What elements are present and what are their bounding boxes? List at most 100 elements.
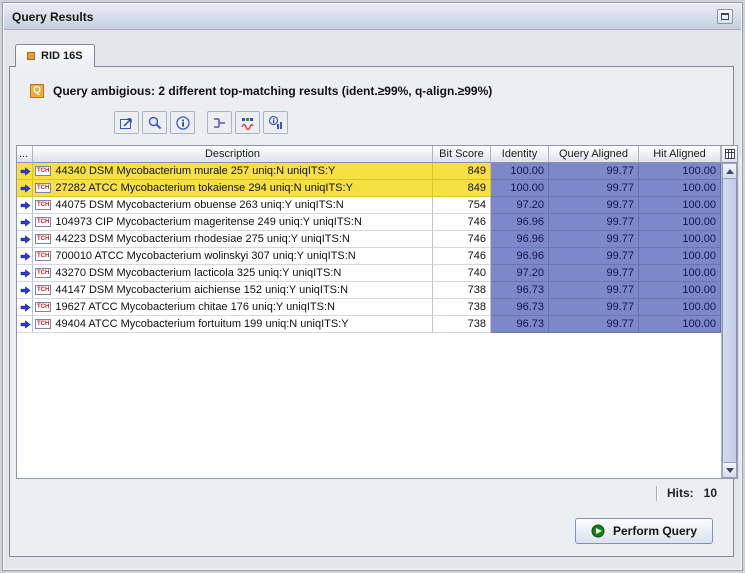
- table-viewport: TCH 44340 DSM Mycobacterium murale 257 u…: [17, 163, 721, 478]
- trace-badge-icon: TCH: [35, 285, 51, 295]
- table-row[interactable]: TCH 104973 CIP Mycobacterium mageritense…: [17, 214, 721, 231]
- column-header-icons[interactable]: ...: [17, 146, 33, 163]
- table-row[interactable]: TCH 49404 ATCC Mycobacterium fortuitum 1…: [17, 316, 721, 333]
- column-header-identity[interactable]: Identity: [491, 146, 549, 163]
- magnifier-icon: [147, 115, 163, 131]
- table-row[interactable]: TCH 44340 DSM Mycobacterium murale 257 u…: [17, 163, 721, 180]
- row-bit-score: 738: [433, 282, 491, 299]
- perform-query-label: Perform Query: [613, 524, 697, 538]
- row-description-cell: TCH 49404 ATCC Mycobacterium fortuitum 1…: [33, 316, 433, 333]
- row-bit-score: 738: [433, 299, 491, 316]
- row-identity: 96.73: [491, 299, 549, 316]
- table-row[interactable]: TCH 19627 ATCC Mycobacterium chitae 176 …: [17, 299, 721, 316]
- info-button[interactable]: [170, 111, 195, 134]
- perform-query-button[interactable]: Perform Query: [575, 518, 713, 544]
- window-titlebar[interactable]: Query Results: [4, 4, 741, 30]
- row-description: 44147 DSM Mycobacterium aichiense 152 un…: [55, 284, 348, 296]
- row-description-cell: TCH 27282 ATCC Mycobacterium tokaiense 2…: [33, 180, 433, 197]
- up-arrow-icon: [726, 169, 734, 174]
- table-row[interactable]: TCH 44075 DSM Mycobacterium obuense 263 …: [17, 197, 721, 214]
- maximize-button[interactable]: [717, 9, 733, 24]
- column-header-description[interactable]: Description: [33, 146, 433, 163]
- row-description: 44340 DSM Mycobacterium murale 257 uniq:…: [55, 165, 335, 177]
- query-ambiguous-message: Q Query ambigious: 2 different top-match…: [30, 83, 492, 99]
- table-row[interactable]: TCH 44223 DSM Mycobacterium rhodesiae 27…: [17, 231, 721, 248]
- tab-document-icon: [27, 52, 35, 60]
- down-arrow-icon: [726, 468, 734, 473]
- column-header-bit-score[interactable]: Bit Score: [433, 146, 491, 163]
- row-arrow-cell: [17, 231, 33, 248]
- row-bit-score: 746: [433, 248, 491, 265]
- row-query-aligned: 99.77: [549, 316, 639, 333]
- magnifier-button[interactable]: [142, 111, 167, 134]
- row-query-aligned: 99.77: [549, 282, 639, 299]
- row-hit-aligned: 100.00: [639, 265, 721, 282]
- row-bit-score: 738: [433, 316, 491, 333]
- column-settings-button[interactable]: [721, 146, 737, 163]
- scrollbar-thumb[interactable]: [722, 179, 737, 462]
- row-arrow-cell: [17, 248, 33, 265]
- row-arrow-cell: [17, 163, 33, 180]
- tab-rid-16s[interactable]: RID 16S: [15, 44, 95, 67]
- column-header-query-aligned[interactable]: Query Aligned: [549, 146, 639, 163]
- row-description: 49404 ATCC Mycobacterium fortuitum 199 u…: [55, 318, 348, 330]
- row-bit-score: 746: [433, 214, 491, 231]
- row-identity: 100.00: [491, 163, 549, 180]
- tree-view-button[interactable]: [207, 111, 232, 134]
- tree-view-icon: [212, 115, 228, 131]
- row-query-aligned: 99.77: [549, 197, 639, 214]
- table-row[interactable]: TCH 700010 ATCC Mycobacterium wolinskyi …: [17, 248, 721, 265]
- row-description: 44223 DSM Mycobacterium rhodesiae 275 un…: [55, 233, 350, 245]
- blue-right-arrow-icon: [20, 218, 31, 227]
- row-description: 43270 DSM Mycobacterium lacticola 325 un…: [55, 267, 341, 279]
- sequence-view-button[interactable]: [235, 111, 260, 134]
- column-header-hit-aligned[interactable]: Hit Aligned: [639, 146, 721, 163]
- trace-badge-icon: TCH: [35, 302, 51, 312]
- row-arrow-cell: [17, 282, 33, 299]
- table-header: ... Description Bit Score Identity Query…: [17, 146, 737, 163]
- row-bit-score: 740: [433, 265, 491, 282]
- trace-badge-icon: TCH: [35, 268, 51, 278]
- row-description: 44075 DSM Mycobacterium obuense 263 uniq…: [55, 199, 343, 211]
- table-row[interactable]: TCH 43270 DSM Mycobacterium lacticola 32…: [17, 265, 721, 282]
- tab-panel: Q Query ambigious: 2 different top-match…: [9, 66, 734, 557]
- vertical-scrollbar[interactable]: [721, 163, 737, 478]
- row-hit-aligned: 100.00: [639, 299, 721, 316]
- row-bit-score: 849: [433, 163, 491, 180]
- row-identity: 100.00: [491, 180, 549, 197]
- row-hit-aligned: 100.00: [639, 180, 721, 197]
- trace-badge-icon: TCH: [35, 217, 51, 227]
- row-description: 104973 CIP Mycobacterium mageritense 249…: [55, 216, 362, 228]
- row-identity: 96.96: [491, 214, 549, 231]
- row-arrow-cell: [17, 180, 33, 197]
- trace-badge-icon: TCH: [35, 319, 51, 329]
- row-identity: 96.73: [491, 282, 549, 299]
- table-row[interactable]: TCH 44147 DSM Mycobacterium aichiense 15…: [17, 282, 721, 299]
- alignment-export-button[interactable]: [114, 111, 139, 134]
- scroll-down-button[interactable]: [722, 462, 737, 478]
- maximize-icon: [721, 13, 729, 20]
- query-warning-icon: Q: [30, 84, 44, 98]
- row-description-cell: TCH 44075 DSM Mycobacterium obuense 263 …: [33, 197, 433, 214]
- blue-right-arrow-icon: [20, 303, 31, 312]
- row-description-cell: TCH 44340 DSM Mycobacterium murale 257 u…: [33, 163, 433, 180]
- sequence-icon: [240, 115, 256, 131]
- row-hit-aligned: 100.00: [639, 163, 721, 180]
- table-row[interactable]: TCH 27282 ATCC Mycobacterium tokaiense 2…: [17, 180, 721, 197]
- status-separator: [656, 486, 658, 501]
- play-icon: [591, 524, 605, 538]
- trace-badge-icon: TCH: [35, 200, 51, 210]
- row-bit-score: 746: [433, 231, 491, 248]
- query-message-text: Query ambigious: 2 different top-matchin…: [53, 84, 492, 98]
- scroll-up-button[interactable]: [722, 163, 737, 179]
- report-button[interactable]: [263, 111, 288, 134]
- row-hit-aligned: 100.00: [639, 231, 721, 248]
- row-description-cell: TCH 44147 DSM Mycobacterium aichiense 15…: [33, 282, 433, 299]
- blue-right-arrow-icon: [20, 184, 31, 193]
- trace-badge-icon: TCH: [35, 183, 51, 193]
- blue-right-arrow-icon: [20, 201, 31, 210]
- row-description-cell: TCH 700010 ATCC Mycobacterium wolinskyi …: [33, 248, 433, 265]
- row-bit-score: 754: [433, 197, 491, 214]
- hits-value: 10: [704, 486, 717, 500]
- blue-right-arrow-icon: [20, 252, 31, 261]
